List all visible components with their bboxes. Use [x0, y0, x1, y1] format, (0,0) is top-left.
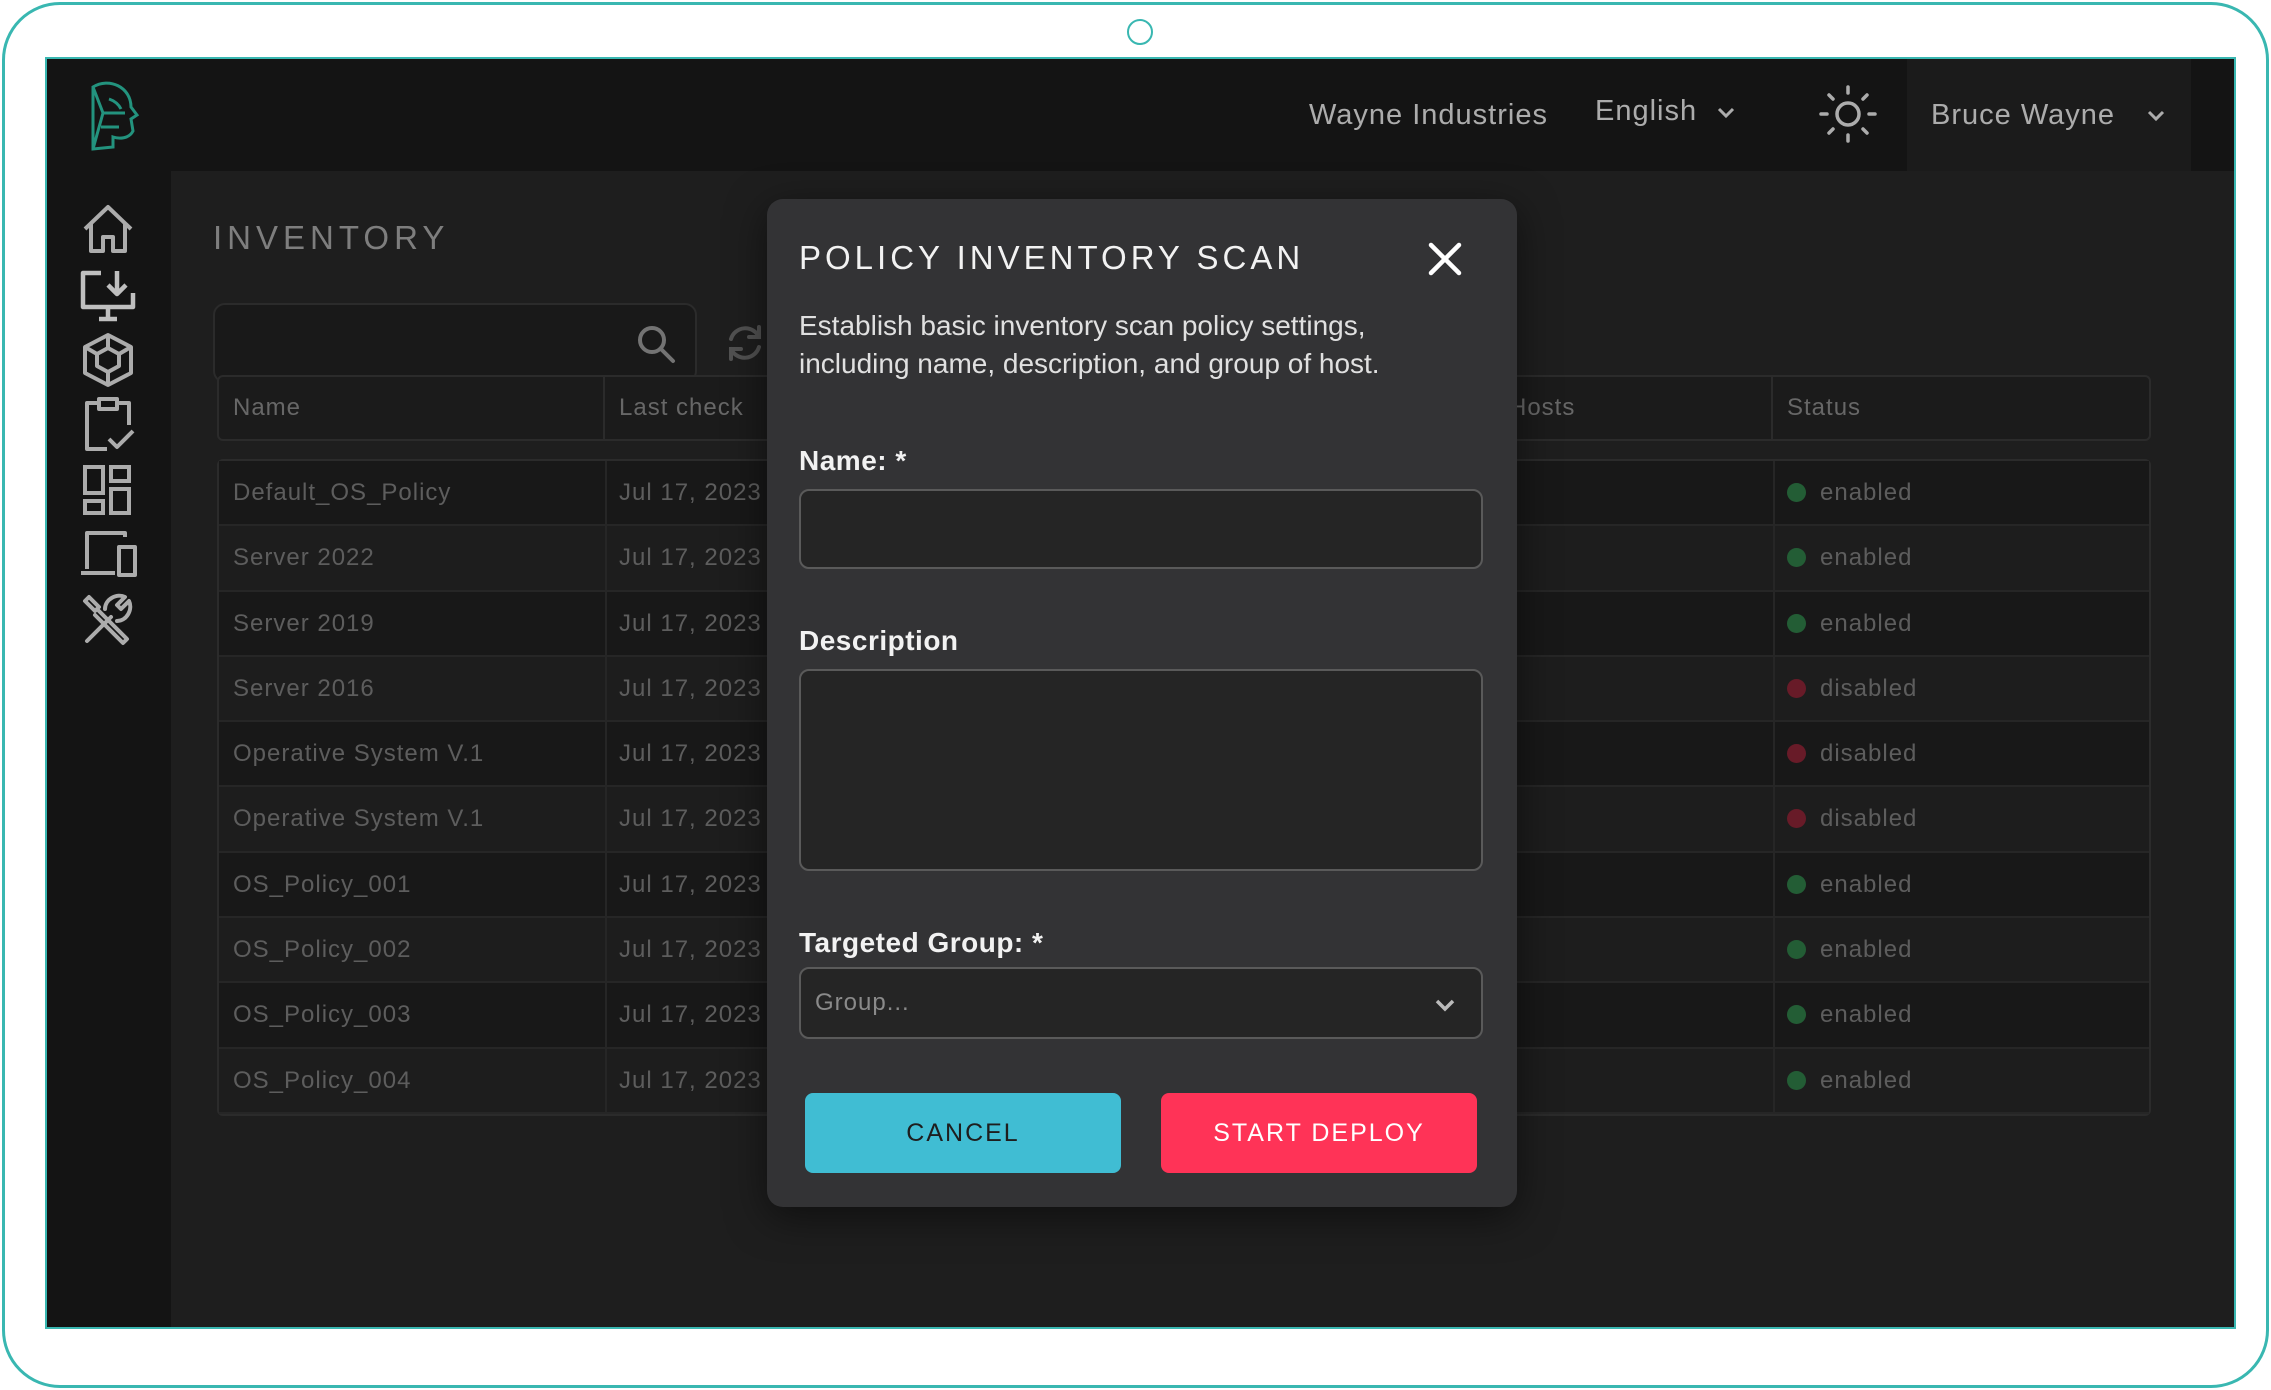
dialog-title: POLICY INVENTORY SCAN: [799, 239, 1305, 276]
description-textarea[interactable]: [799, 669, 1483, 871]
group-placeholder: Group...: [815, 989, 910, 1016]
name-input[interactable]: [799, 489, 1483, 569]
chevron-down-icon: [1435, 999, 1455, 1012]
description-label: Description: [799, 625, 959, 656]
start-deploy-button[interactable]: START DEPLOY: [1161, 1093, 1477, 1173]
tablet-frame: Wayne Industries English Bruce Wayne INV…: [2, 2, 2269, 1388]
policy-inventory-scan-dialog: POLICY INVENTORY SCAN Establish basic in…: [767, 199, 1517, 1207]
app-screen: Wayne Industries English Bruce Wayne INV…: [45, 57, 2236, 1329]
name-label: Name: *: [799, 445, 907, 476]
targeted-group-label: Targeted Group: *: [799, 927, 1044, 958]
cancel-button[interactable]: CANCEL: [805, 1093, 1121, 1173]
dialog-description: Establish basic inventory scan policy se…: [799, 310, 1380, 379]
close-icon[interactable]: [1423, 237, 1467, 281]
targeted-group-select[interactable]: Group...: [799, 967, 1483, 1039]
camera-icon: [1127, 19, 1153, 45]
